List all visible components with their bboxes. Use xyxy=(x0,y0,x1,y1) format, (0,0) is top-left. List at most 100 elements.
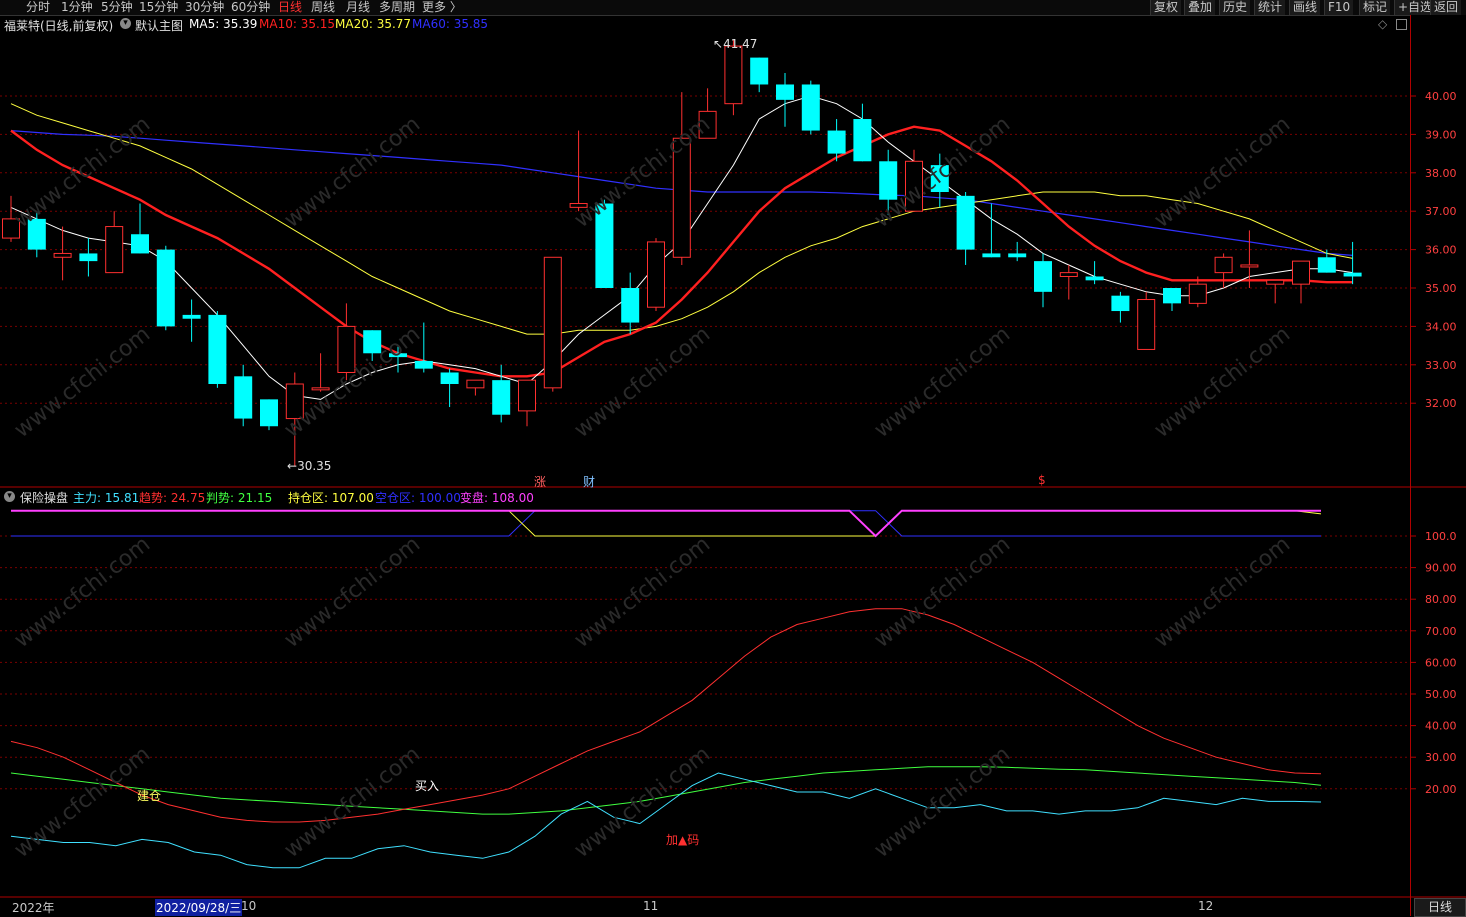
sub-y-tick-label: 40.00 xyxy=(1425,720,1457,733)
period-switch-button[interactable]: 日线 xyxy=(1414,898,1466,917)
event-marker-finance[interactable]: 财 xyxy=(583,473,595,490)
candle-body xyxy=(156,249,175,327)
period-tab-15min[interactable]: 15分钟 xyxy=(139,0,178,15)
candle-body xyxy=(1214,256,1233,274)
candle-body xyxy=(105,226,124,274)
candle xyxy=(156,245,175,331)
candle xyxy=(1292,260,1310,304)
candle xyxy=(801,80,820,135)
diamond-icon[interactable]: ◇ xyxy=(1378,17,1387,31)
period-tab-more[interactable]: 更多 〉 xyxy=(422,0,462,15)
indicator-dropdown-icon[interactable]: ▾ xyxy=(4,491,15,502)
period-tab-30min[interactable]: 30分钟 xyxy=(185,0,224,15)
candle-body xyxy=(647,241,665,308)
period-tab-daily[interactable]: 日线 xyxy=(278,0,302,15)
event-marker-dollar[interactable]: $ xyxy=(1038,473,1046,487)
period-tab-fenshi[interactable]: 分时 xyxy=(26,0,50,15)
main-y-tick-label: 35.00 xyxy=(1425,282,1457,295)
date-month-11: 11 xyxy=(643,899,659,913)
candle-body xyxy=(1240,264,1259,268)
period-toolbar: 分时 1分钟 5分钟 15分钟 30分钟 60分钟 日线 周线 月线 多周期 更… xyxy=(0,0,1466,15)
candle-body xyxy=(1059,272,1078,277)
event-marker-limit-up[interactable]: 涨 xyxy=(534,473,546,490)
signal-build-position: 建仓 xyxy=(137,789,162,803)
period-tab-weekly[interactable]: 周线 xyxy=(311,0,335,15)
sub-y-tick-label: 60.00 xyxy=(1425,656,1457,669)
candle-body xyxy=(440,372,459,384)
candle xyxy=(672,92,691,265)
candle-body xyxy=(53,252,72,258)
candle-body xyxy=(776,84,794,100)
period-tab-monthly[interactable]: 月线 xyxy=(346,0,370,15)
candle-body xyxy=(234,376,253,419)
candle-body xyxy=(260,399,278,427)
sub-y-tick-label: 20.00 xyxy=(1425,783,1457,796)
f10-button[interactable]: F10 xyxy=(1324,0,1354,15)
candlesticks xyxy=(2,39,1362,467)
candle-body xyxy=(827,130,846,154)
cursor-date-label: 2022/09/28/三 xyxy=(155,899,243,916)
candle xyxy=(1266,279,1285,304)
candle-body xyxy=(208,314,227,384)
panel-toggle-icon[interactable] xyxy=(1396,19,1407,30)
candle-body xyxy=(543,256,562,389)
candle-body xyxy=(131,234,149,254)
main-y-tick-label: 40.00 xyxy=(1425,90,1457,103)
candle xyxy=(53,226,72,281)
adjust-button[interactable]: 复权 xyxy=(1150,0,1182,15)
ma10-label: MA10: 35.15 xyxy=(259,17,336,31)
candle-body xyxy=(518,379,536,412)
candle xyxy=(105,211,124,274)
period-tab-1min[interactable]: 1分钟 xyxy=(61,0,93,15)
back-button[interactable]: 返回 xyxy=(1430,0,1462,15)
candle-body xyxy=(1317,257,1336,273)
candle xyxy=(79,238,98,277)
period-tab-multi[interactable]: 多周期 xyxy=(379,0,415,15)
main-force-value: 主力: 15.81 xyxy=(73,491,140,505)
candle-body xyxy=(1163,288,1181,304)
date-month-12: 12 xyxy=(1198,899,1214,913)
main-y-tick-label: 37.00 xyxy=(1425,205,1457,218)
candle xyxy=(182,299,201,342)
candle xyxy=(1137,291,1156,350)
candle-body xyxy=(982,253,1001,258)
stats-button[interactable]: 统计 xyxy=(1254,0,1286,15)
low-price-marker: ←30.35 xyxy=(287,459,332,473)
sub-y-axis: 100.0 90.00 80.00 70.00 60.00 50.00 40.00 30.00… xyxy=(1410,530,1457,796)
add-watchlist-button[interactable]: +自选 xyxy=(1394,0,1436,15)
candle-body xyxy=(1188,283,1207,304)
candle xyxy=(1214,253,1233,288)
trend-value: 趋势: 24.75 xyxy=(139,491,206,505)
date-year-label: 2022年 xyxy=(12,901,55,915)
candle xyxy=(1008,241,1027,262)
period-tab-60min[interactable]: 60分钟 xyxy=(231,0,270,15)
candle-body xyxy=(1008,253,1027,258)
candle-body xyxy=(1085,276,1104,281)
candle xyxy=(234,364,253,427)
indicator-name[interactable]: 保险操盘 xyxy=(20,489,68,506)
candle-body xyxy=(621,288,640,323)
candle-body xyxy=(853,119,872,162)
overlay-button[interactable]: 叠加 xyxy=(1184,0,1216,15)
mark-button[interactable]: 标记 xyxy=(1359,0,1391,15)
template-dropdown-icon[interactable]: ▾ xyxy=(120,18,131,29)
sub-y-tick-label: 80.00 xyxy=(1425,593,1457,606)
history-button[interactable]: 历史 xyxy=(1219,0,1251,15)
high-price-marker: ↖41.47 xyxy=(713,37,758,51)
main-y-axis: 40.00 39.00 38.00 37.00 36.00 35.00 34.00 33.00… xyxy=(1410,90,1457,410)
candle-body xyxy=(750,57,769,85)
draw-button[interactable]: 画线 xyxy=(1289,0,1321,15)
main-y-tick-label: 36.00 xyxy=(1425,244,1457,257)
candle xyxy=(1343,241,1362,285)
candle-body xyxy=(79,253,98,262)
candle xyxy=(1059,264,1078,300)
candle-body xyxy=(1266,279,1285,285)
main-template-label[interactable]: 默认主图 xyxy=(135,17,183,34)
hold-zone-line xyxy=(11,510,1322,537)
period-tab-5min[interactable]: 5分钟 xyxy=(101,0,133,15)
candle-body xyxy=(1111,295,1130,312)
judge-value: 判势: 21.15 xyxy=(206,491,273,505)
main-y-tick-label: 39.00 xyxy=(1425,128,1457,141)
date-month-10: 10 xyxy=(241,899,257,913)
change-value: 变盘: 108.00 xyxy=(460,491,534,505)
